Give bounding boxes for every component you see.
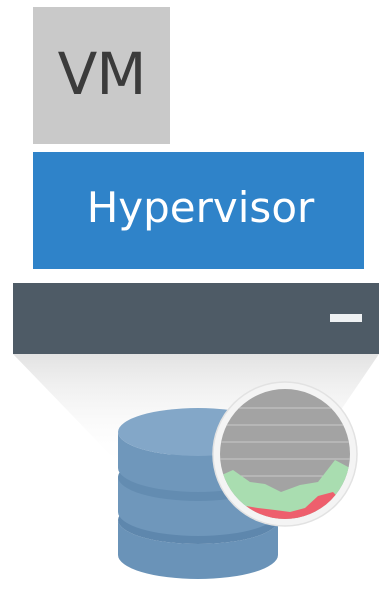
- storage-diagram: [13, 354, 379, 579]
